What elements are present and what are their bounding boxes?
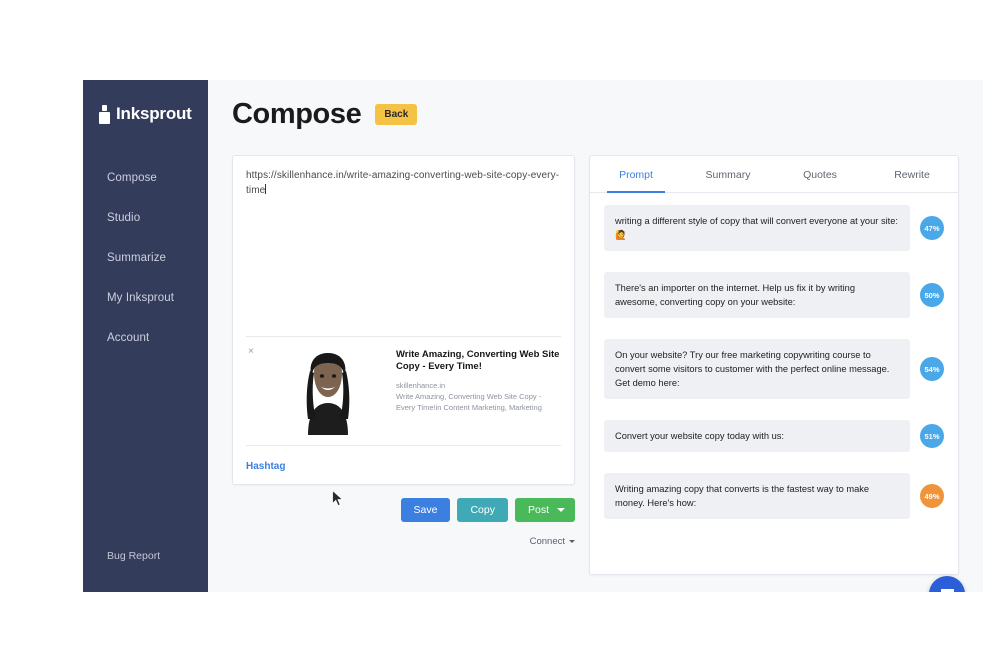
status-badge[interactable]: 47%: [920, 216, 944, 240]
suggestions-panel: Prompt Summary Quotes Rewrite writing a …: [589, 155, 959, 575]
prompt-text[interactable]: writing a different style of copy that w…: [604, 205, 910, 251]
main-content: Compose Back https://skillenhance.in/wri…: [208, 80, 983, 592]
sidebar-item-my-inksprout[interactable]: My Inksprout: [83, 278, 208, 318]
status-badge[interactable]: 54%: [920, 357, 944, 381]
page-title: Compose: [232, 98, 362, 130]
composer-card: https://skillenhance.in/write-amazing-co…: [232, 155, 575, 485]
preview-thumbnail: [268, 347, 388, 435]
sidebar-item-label: My Inksprout: [107, 292, 175, 304]
preview-title: Write Amazing, Converting Web Site Copy …: [396, 349, 560, 372]
connect-row: Connect: [232, 536, 575, 547]
composer-textarea[interactable]: https://skillenhance.in/write-amazing-co…: [246, 168, 561, 318]
preview-domain: skillenhance.in: [396, 381, 446, 390]
close-icon[interactable]: ×: [248, 347, 254, 357]
status-badge[interactable]: 51%: [920, 424, 944, 448]
composer-panel: https://skillenhance.in/write-amazing-co…: [232, 155, 575, 547]
sidebar-item-studio[interactable]: Studio: [83, 198, 208, 238]
prompt-text[interactable]: There's an importer on the internet. Hel…: [604, 272, 910, 318]
list-item[interactable]: Convert your website copy today with us:…: [604, 420, 944, 452]
sidebar-item-label: Summarize: [107, 252, 167, 264]
composer-text-value: https://skillenhance.in/write-amazing-co…: [246, 170, 560, 196]
page-header: Compose Back: [232, 98, 959, 131]
ink-bottle-icon: [99, 104, 110, 124]
hashtag-link[interactable]: Hashtag: [246, 461, 285, 472]
list-item[interactable]: On your website? Try our free marketing …: [604, 339, 944, 399]
app-window: Inksprout Compose Studio Summarize My In…: [83, 80, 983, 592]
app-logo-text: Inksprout: [116, 104, 192, 123]
bug-report-link[interactable]: Bug Report: [107, 550, 160, 562]
content-row: https://skillenhance.in/write-amazing-co…: [232, 155, 959, 575]
text-caret: [265, 184, 267, 194]
sidebar-item-label: Compose: [107, 172, 157, 184]
tab-bar: Prompt Summary Quotes Rewrite: [590, 156, 958, 193]
app-logo[interactable]: Inksprout: [83, 104, 208, 124]
chat-widget-button[interactable]: [929, 576, 965, 592]
list-item[interactable]: There's an importer on the internet. Hel…: [604, 272, 944, 318]
connect-label: Connect: [529, 536, 565, 547]
back-button[interactable]: Back: [375, 104, 418, 125]
list-item[interactable]: writing a different style of copy that w…: [604, 205, 944, 251]
preview-description: Write Amazing, Converting Web Site Copy …: [396, 392, 542, 412]
prompt-list[interactable]: writing a different style of copy that w…: [590, 193, 958, 574]
status-badge[interactable]: 49%: [920, 484, 944, 508]
tab-prompt[interactable]: Prompt: [590, 156, 682, 193]
post-button[interactable]: Post: [514, 498, 575, 522]
sidebar-item-label: Account: [107, 332, 150, 344]
mouse-cursor: [332, 490, 344, 507]
tab-summary[interactable]: Summary: [682, 156, 774, 192]
post-button-label: Post: [527, 504, 549, 516]
sidebar: Inksprout Compose Studio Summarize My In…: [83, 80, 208, 592]
chevron-down-icon[interactable]: [557, 508, 565, 512]
save-button[interactable]: Save: [400, 498, 451, 522]
connect-dropdown[interactable]: Connect: [530, 536, 575, 547]
prompt-text[interactable]: On your website? Try our free marketing …: [604, 339, 910, 399]
status-badge[interactable]: 50%: [920, 283, 944, 307]
list-item[interactable]: Writing amazing copy that converts is th…: [604, 473, 944, 519]
prompt-text[interactable]: Convert your website copy today with us:: [604, 420, 910, 452]
prompt-text[interactable]: Writing amazing copy that converts is th…: [604, 473, 910, 519]
link-preview-card: × Write Amazing, Converting Web Site Cop…: [246, 336, 561, 445]
sidebar-item-summarize[interactable]: Summarize: [83, 238, 208, 278]
tab-quotes[interactable]: Quotes: [774, 156, 866, 192]
tab-rewrite[interactable]: Rewrite: [866, 156, 958, 192]
chevron-down-icon: [569, 540, 575, 543]
chat-bubble-icon: [940, 588, 954, 592]
sidebar-item-label: Studio: [107, 212, 141, 224]
copy-button[interactable]: Copy: [457, 498, 508, 522]
hashtag-row: Hashtag: [246, 445, 561, 474]
preview-info: Write Amazing, Converting Web Site Copy …: [396, 347, 561, 435]
composer-actions: Save Copy Post: [232, 498, 575, 522]
sidebar-item-account[interactable]: Account: [83, 318, 208, 358]
sidebar-item-compose[interactable]: Compose: [83, 158, 208, 198]
woman-portrait-photo: [268, 347, 388, 435]
